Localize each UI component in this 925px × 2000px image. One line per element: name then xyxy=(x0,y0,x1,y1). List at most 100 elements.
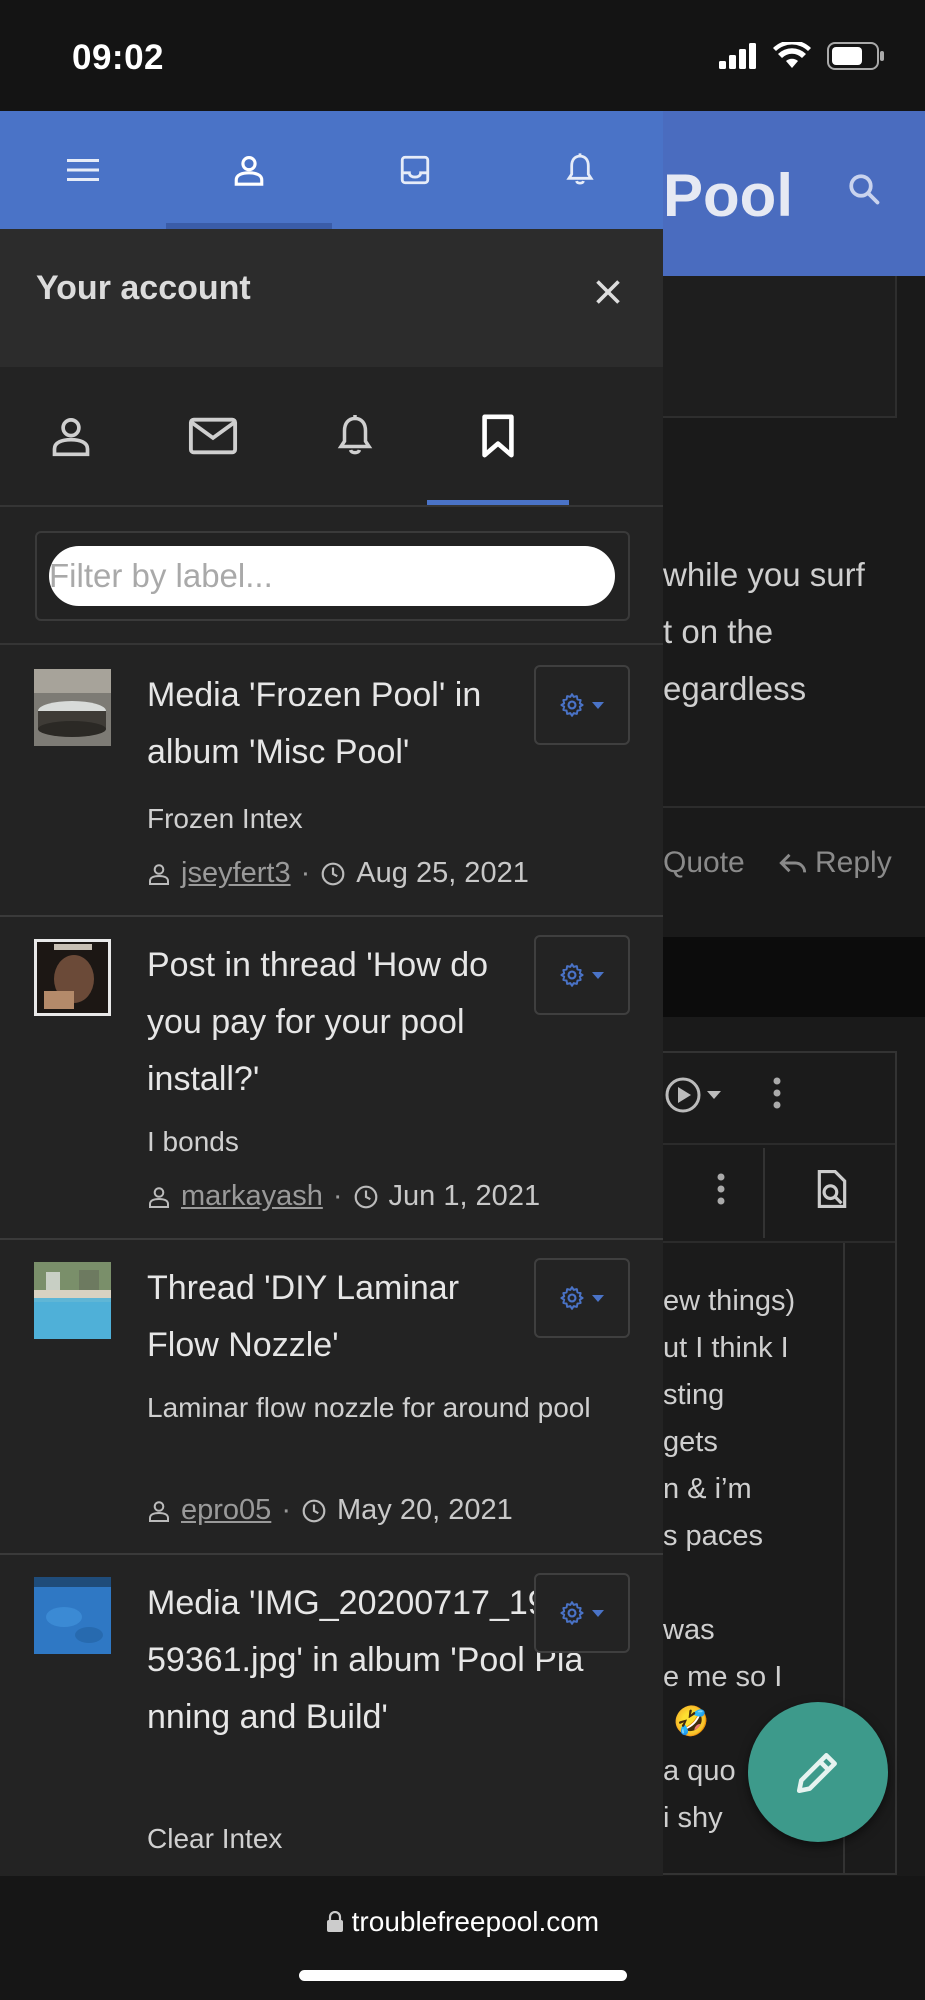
caret-down-icon xyxy=(592,702,604,709)
user-icon xyxy=(52,418,90,457)
subtab-profile[interactable] xyxy=(0,367,142,505)
account-drawer: Your account Filter by label... Media 'F… xyxy=(0,111,663,1876)
separator-band xyxy=(663,937,925,1017)
bookmark-meta: epro05 · May 20, 2021 xyxy=(147,1494,513,1527)
bookmark-title[interactable]: Post in thread 'How do you pay for your … xyxy=(147,937,527,1108)
divider xyxy=(663,806,925,808)
reply-button[interactable]: Reply xyxy=(779,846,892,880)
user-icon xyxy=(149,1500,169,1522)
url-display[interactable]: troublefreepool.com xyxy=(0,1906,925,1938)
editor-text-line: ew things) xyxy=(663,1285,796,1317)
bookmark-title[interactable]: Media 'IMG_20200717_193759361.jpg' in al… xyxy=(147,1575,597,1746)
bookmark-icon xyxy=(482,414,514,458)
active-subtab-indicator xyxy=(427,500,569,505)
site-title: Pool xyxy=(663,162,793,229)
status-bar: 09:02 xyxy=(0,0,925,111)
clock-icon xyxy=(321,862,345,885)
bookmark-snippet: Frozen Intex xyxy=(147,803,303,834)
compose-button[interactable] xyxy=(748,1702,888,1842)
user-icon xyxy=(149,863,169,885)
bookmark-title[interactable]: Thread 'DIY Laminar Flow Nozzle' xyxy=(147,1260,527,1374)
body-text-line: while you surf xyxy=(663,556,865,593)
bookmark-date: May 20, 2021 xyxy=(336,1494,513,1526)
more-vertical-icon[interactable] xyxy=(715,1171,727,1207)
bookmark-options-button[interactable] xyxy=(534,665,630,745)
bookmark-item[interactable]: Media 'Frozen Pool' in album 'Misc Pool'… xyxy=(0,645,663,917)
inbox-tab[interactable] xyxy=(332,111,498,229)
gear-icon xyxy=(560,1286,584,1310)
editor-text-line: a quo xyxy=(663,1755,736,1787)
preview-icon[interactable] xyxy=(813,1168,851,1210)
bookmark-author[interactable]: epro05 xyxy=(181,1494,271,1527)
browser-url-bar[interactable]: troublefreepool.com xyxy=(0,1876,925,2000)
status-time: 09:02 xyxy=(72,38,165,77)
media-play-icon[interactable] xyxy=(663,1075,733,1115)
menu-icon xyxy=(67,159,99,181)
more-vertical-icon[interactable] xyxy=(771,1075,783,1111)
caret-down-icon xyxy=(592,1295,604,1302)
lock-icon xyxy=(326,1910,343,1932)
clock-icon xyxy=(302,1499,326,1522)
subtab-bookmarks[interactable] xyxy=(427,367,569,505)
status-icons xyxy=(719,42,885,70)
cellular-signal-icon xyxy=(719,43,756,69)
battery-icon xyxy=(827,42,884,70)
search-icon[interactable] xyxy=(846,171,882,207)
editor-text-line: e me so I xyxy=(663,1661,783,1693)
bookmark-options-button[interactable] xyxy=(534,1258,630,1338)
alerts-tab[interactable] xyxy=(497,111,663,229)
wifi-icon xyxy=(773,42,811,68)
account-header: Your account xyxy=(0,229,663,367)
clock-icon xyxy=(354,1185,377,1208)
content-box xyxy=(663,276,897,418)
bookmark-author[interactable]: markayash xyxy=(181,1180,323,1213)
url-domain: troublefreepool.com xyxy=(351,1906,600,1937)
editor-text-line: n & i’m xyxy=(663,1473,752,1505)
account-tab[interactable] xyxy=(166,111,332,229)
bookmark-thumbnail[interactable] xyxy=(34,939,111,1016)
bookmark-snippet: Clear Intex xyxy=(147,1823,283,1854)
user-icon xyxy=(234,155,264,186)
user-icon xyxy=(149,1186,169,1208)
editor-text-line: gets xyxy=(663,1426,718,1458)
bookmark-thumbnail[interactable] xyxy=(34,1262,111,1339)
editor-text-line: s paces xyxy=(663,1520,763,1552)
site-header: Pool xyxy=(663,111,925,276)
background-page: Pool while you surf t on the egardless Q… xyxy=(663,111,925,1876)
subtab-conversations[interactable] xyxy=(142,367,284,505)
bookmark-options-button[interactable] xyxy=(534,1573,630,1653)
bookmark-title[interactable]: Media 'Frozen Pool' in album 'Misc Pool' xyxy=(147,667,527,781)
bookmark-thumbnail[interactable] xyxy=(34,669,111,746)
bookmark-item[interactable]: Post in thread 'How do you pay for your … xyxy=(0,915,663,1240)
bookmark-snippet: Laminar flow nozzle for around pool xyxy=(147,1392,591,1423)
bookmark-author[interactable]: jseyfert3 xyxy=(181,857,291,890)
editor-text-line: i shy xyxy=(663,1802,723,1834)
editor-text-line: was xyxy=(663,1614,715,1646)
menu-tab[interactable] xyxy=(0,111,166,229)
bookmark-meta: jseyfert3 · Aug 25, 2021 xyxy=(147,857,529,890)
bookmark-options-button[interactable] xyxy=(534,935,630,1015)
gear-icon xyxy=(560,963,584,987)
body-text-line: egardless xyxy=(663,670,807,707)
bookmark-date: Jun 1, 2021 xyxy=(388,1180,541,1212)
bookmark-date: Aug 25, 2021 xyxy=(356,857,529,889)
account-subtabs xyxy=(0,367,663,507)
caret-down-icon xyxy=(592,972,604,979)
reply-label: Reply xyxy=(815,846,892,879)
gear-icon xyxy=(560,693,584,717)
bookmark-item[interactable]: Thread 'DIY Laminar Flow Nozzle' Laminar… xyxy=(0,1238,663,1555)
bell-icon xyxy=(566,153,594,185)
inbox-icon xyxy=(400,155,430,185)
close-icon[interactable] xyxy=(590,274,626,310)
subtab-alerts[interactable] xyxy=(284,367,426,505)
home-indicator[interactable] xyxy=(299,1970,627,1981)
bookmark-item[interactable]: Media 'IMG_20200717_193759361.jpg' in al… xyxy=(0,1553,663,1876)
bookmark-meta: markayash · Jun 1, 2021 xyxy=(147,1180,540,1213)
body-text-line: t on the xyxy=(663,613,774,650)
filter-input[interactable] xyxy=(49,546,615,606)
bookmark-thumbnail[interactable] xyxy=(34,1577,111,1654)
reply-icon xyxy=(779,853,807,873)
caret-down-icon xyxy=(592,1610,604,1617)
gear-icon xyxy=(560,1601,584,1625)
quote-button[interactable]: Quote xyxy=(663,846,745,880)
